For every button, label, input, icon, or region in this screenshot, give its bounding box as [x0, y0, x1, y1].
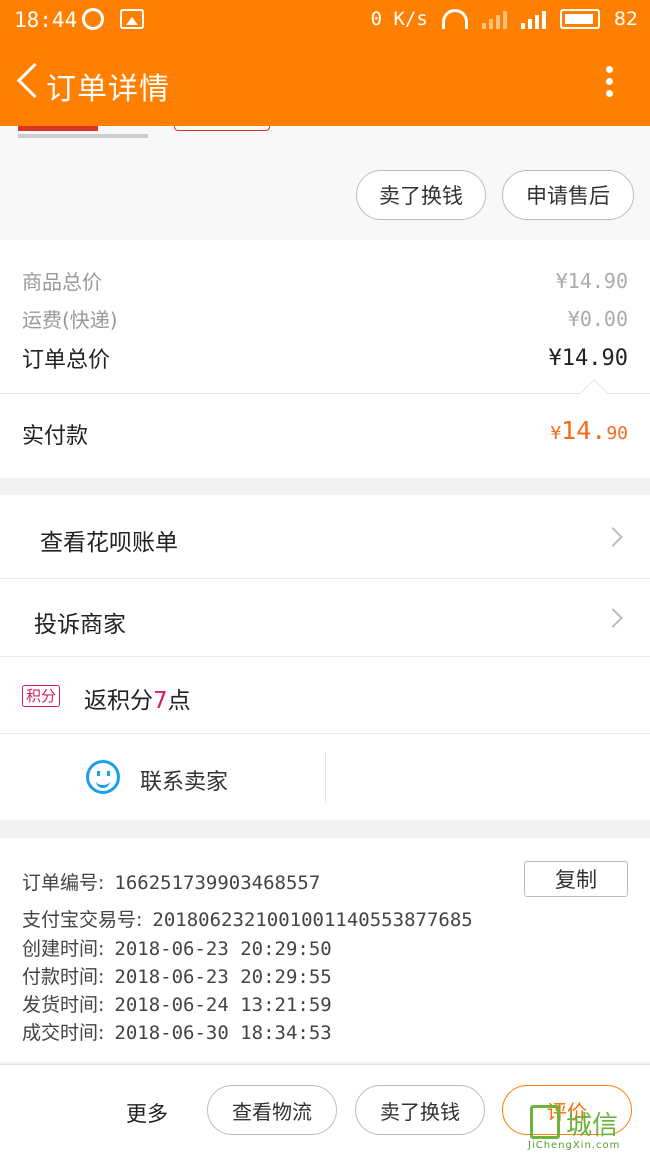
item-tag-snippet [18, 126, 98, 131]
goods-total-value: ¥14.90 [555, 268, 628, 293]
alipay-no-row: 支付宝交易号: 2018062321001001140553877685 [22, 905, 473, 932]
signal-icon [520, 9, 546, 29]
gallery-notification-icon [120, 9, 144, 29]
info-value: 2018-06-23 20:29:50 [114, 938, 332, 960]
goods-total-label: 商品总价 [22, 270, 102, 294]
shipping-label: 运费(快递) [22, 308, 118, 332]
net-speed: 0 K/s [370, 8, 428, 30]
info-value: 2018-06-23 20:29:55 [114, 966, 332, 988]
info-label: 订单编号: [22, 872, 105, 894]
order-no-row: 订单编号: 166251739903468557 [22, 868, 320, 895]
info-value: 166251739903468557 [114, 872, 321, 894]
wifi-icon [441, 9, 468, 29]
contact-row: 联系卖家 [0, 734, 650, 820]
copy-button[interactable]: 复制 [524, 861, 628, 897]
shipping-value: ¥0.00 [567, 306, 628, 331]
points-badge: 积分 [22, 685, 61, 707]
order-info: 复制 订单编号: 166251739903468557 支付宝交易号: 201806… [0, 838, 650, 1062]
action-list: 查看花呗账单 投诉商家 积分 返积分7点 联系卖家 [0, 495, 650, 820]
order-total-value: ¥14.90 [548, 345, 628, 371]
view-logistics-button[interactable]: 查看物流 [207, 1085, 337, 1135]
shipped-time-row: 发货时间: 2018-06-24 13:21:59 [22, 990, 332, 1017]
points-prefix: 返积分 [84, 688, 153, 714]
chevron-right-icon [603, 608, 623, 628]
back-arrow-icon[interactable] [14, 64, 40, 100]
page-title: 订单详情 [46, 72, 170, 107]
item-badge-snippet [174, 126, 270, 131]
paid-int: 14. [561, 416, 607, 445]
status-right: 0 K/s 82 [371, 8, 638, 30]
info-value: 2018062321001001140553877685 [152, 909, 473, 931]
watermark-box-icon [530, 1105, 560, 1139]
battery-icon [559, 9, 600, 29]
points-row: 积分 返积分7点 [0, 657, 650, 734]
goods-total-row: 商品总价 ¥14.90 [22, 266, 628, 295]
sell-for-cash-button[interactable]: 卖了换钱 [356, 170, 486, 220]
sell-for-cash-bottom-button[interactable]: 卖了换钱 [355, 1085, 485, 1135]
complain-row[interactable]: 投诉商家 [0, 579, 650, 657]
info-value: 2018-06-24 13:21:59 [114, 994, 332, 1016]
points-suffix: 点 [167, 688, 191, 714]
watermark-logo: 城信 JiChengXin.com [528, 1105, 646, 1151]
app-header: 18:44 0 K/s 82 订单详情 [0, 0, 650, 126]
vertical-divider [325, 752, 326, 802]
battery-level: 82 [613, 8, 638, 30]
info-label: 成交时间: [22, 1022, 105, 1044]
notification-app-icon [82, 8, 104, 30]
divider [0, 393, 650, 394]
status-time: 18:44 [14, 8, 78, 32]
closed-time-row: 成交时间: 2018-06-30 18:34:53 [22, 1018, 332, 1045]
chat-face-icon[interactable] [86, 760, 120, 794]
bottom-action-bar: 更多 查看物流 卖了换钱 评价 城信 JiChengXin.com [0, 1064, 650, 1155]
status-bar: 18:44 0 K/s 82 [0, 0, 650, 40]
paid-time-row: 付款时间: 2018-06-23 20:29:55 [22, 962, 332, 989]
paid-dec: 90 [606, 423, 628, 444]
points-text: 返积分7点 [84, 681, 191, 715]
huabei-bill-label: 查看花呗账单 [40, 530, 178, 556]
order-total-row: 订单总价 ¥14.90 [22, 342, 628, 374]
signal-4g-icon [481, 9, 507, 29]
nav-bar: 订单详情 [0, 50, 650, 116]
info-label: 支付宝交易号: [22, 909, 143, 931]
info-label: 付款时间: [22, 966, 105, 988]
order-total-label: 订单总价 [22, 348, 111, 373]
info-label: 发货时间: [22, 994, 105, 1016]
shipping-row: 运费(快递) ¥0.00 [22, 304, 628, 333]
huabei-bill-row[interactable]: 查看花呗账单 [0, 495, 650, 579]
paid-currency: ¥ [550, 423, 562, 444]
contact-seller-button[interactable]: 联系卖家 [140, 764, 228, 796]
info-value: 2018-06-30 18:34:53 [114, 1022, 332, 1044]
request-after-sale-button[interactable]: 申请售后 [502, 170, 634, 220]
points-number: 7 [153, 688, 168, 714]
pointer-caret [579, 378, 609, 408]
price-summary: 商品总价 ¥14.90 运费(快递) ¥0.00 订单总价 ¥14.90 实付款… [0, 240, 650, 478]
paid-value: ¥14.90 [550, 416, 628, 445]
chevron-right-icon [603, 527, 623, 547]
watermark-sub: JiChengXin.com [528, 1140, 621, 1151]
more-options-icon[interactable] [606, 66, 614, 100]
complain-label: 投诉商家 [34, 612, 126, 638]
item-spec-snippet [18, 134, 148, 138]
info-label: 创建时间: [22, 938, 105, 960]
watermark-text: 城信 [566, 1111, 619, 1141]
created-time-row: 创建时间: 2018-06-23 20:29:50 [22, 934, 332, 961]
item-card: 卖了换钱 申请售后 [0, 126, 650, 240]
more-button[interactable]: 更多 [126, 1098, 168, 1128]
paid-label: 实付款 [22, 424, 89, 449]
